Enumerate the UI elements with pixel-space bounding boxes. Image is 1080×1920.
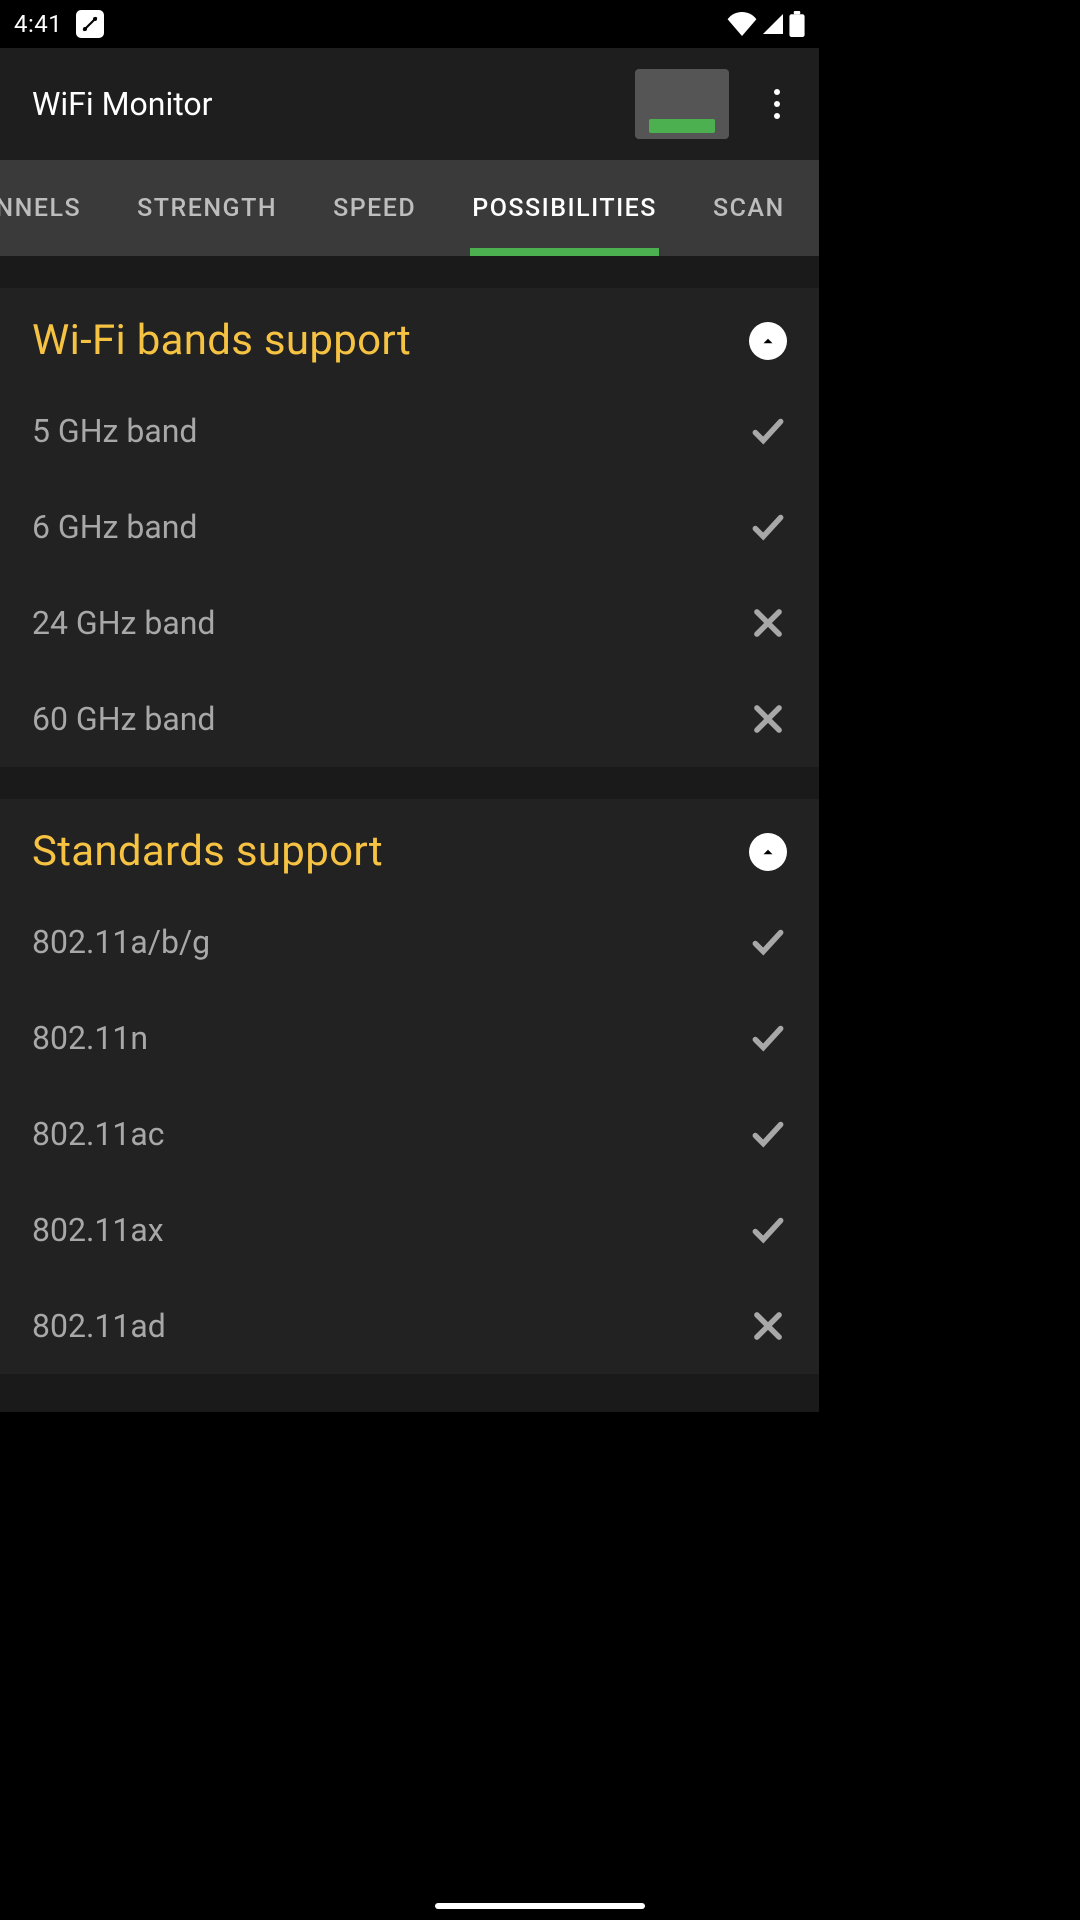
row-label: 802.11a/b/g <box>32 923 210 961</box>
list-item: 802.11n <box>0 990 819 1086</box>
tab-strength[interactable]: STRENGTH <box>109 160 305 256</box>
close-icon <box>749 1307 787 1345</box>
content-scroll[interactable]: Wi-Fi bands support 5 GHz band 6 GHz band 2… <box>0 256 819 1412</box>
status-time: 4:41 <box>14 10 62 38</box>
check-icon <box>749 923 787 961</box>
wifi-icon <box>727 12 757 36</box>
chevron-up-icon[interactable] <box>749 833 787 871</box>
signal-bar-icon <box>649 119 715 133</box>
check-icon <box>749 508 787 546</box>
tab-speed[interactable]: SPEED <box>305 160 444 256</box>
signal-strength-widget[interactable] <box>635 69 729 139</box>
tab-bar[interactable]: CHANNELSSTRENGTHSPEEDPOSSIBILITIESSCAN <box>0 160 819 256</box>
app-title: WiFi Monitor <box>32 85 212 123</box>
dot-icon <box>774 89 780 95</box>
tab-channels[interactable]: CHANNELS <box>0 160 109 256</box>
system-nav-bar <box>0 1892 1080 1920</box>
section-title: Standards support <box>32 827 383 876</box>
list-item: 60 GHz band <box>0 671 819 767</box>
check-icon <box>749 1019 787 1057</box>
close-icon <box>749 700 787 738</box>
more-options-button[interactable] <box>753 80 801 128</box>
row-label: 802.11ax <box>32 1211 164 1249</box>
battery-icon <box>789 11 805 37</box>
tab-possibilities[interactable]: POSSIBILITIES <box>444 160 685 256</box>
check-icon <box>749 1115 787 1153</box>
section-1: Standards support 802.11a/b/g 802.11n 802.1… <box>0 799 819 1374</box>
list-item: 6 GHz band <box>0 479 819 575</box>
list-item: 24 GHz band <box>0 575 819 671</box>
chevron-up-icon[interactable] <box>749 322 787 360</box>
status-left: 4:41 <box>14 10 104 38</box>
list-item: 802.11a/b/g <box>0 894 819 990</box>
status-bar: 4:41 <box>0 0 819 48</box>
list-item: 802.11ax <box>0 1182 819 1278</box>
row-label: 6 GHz band <box>32 508 197 546</box>
section-gap <box>0 767 819 799</box>
app-bar: WiFi Monitor <box>0 48 819 160</box>
check-icon <box>749 412 787 450</box>
dot-icon <box>774 101 780 107</box>
check-icon <box>749 1211 787 1249</box>
tab-scan[interactable]: SCAN <box>685 160 813 256</box>
close-icon <box>749 604 787 642</box>
section-title: Wi-Fi bands support <box>32 316 411 365</box>
row-label: 5 GHz band <box>32 412 197 450</box>
row-label: 802.11n <box>32 1019 148 1057</box>
status-right <box>727 11 805 37</box>
section-header[interactable]: Wi-Fi bands support <box>0 288 819 383</box>
list-item: 802.11ad <box>0 1278 819 1374</box>
app-bar-actions <box>635 69 801 139</box>
section-gap <box>0 256 819 288</box>
row-label: 802.11ac <box>32 1115 165 1153</box>
section-header[interactable]: Standards support <box>0 799 819 894</box>
wifi-monitor-notification-icon <box>76 10 104 38</box>
home-handle[interactable] <box>435 1903 645 1909</box>
dot-icon <box>774 113 780 119</box>
row-label: 24 GHz band <box>32 604 215 642</box>
row-label: 802.11ad <box>32 1307 166 1345</box>
cellular-icon <box>761 12 785 36</box>
list-item: 802.11ac <box>0 1086 819 1182</box>
section-0: Wi-Fi bands support 5 GHz band 6 GHz band 2… <box>0 288 819 767</box>
list-item: 5 GHz band <box>0 383 819 479</box>
row-label: 60 GHz band <box>32 700 215 738</box>
